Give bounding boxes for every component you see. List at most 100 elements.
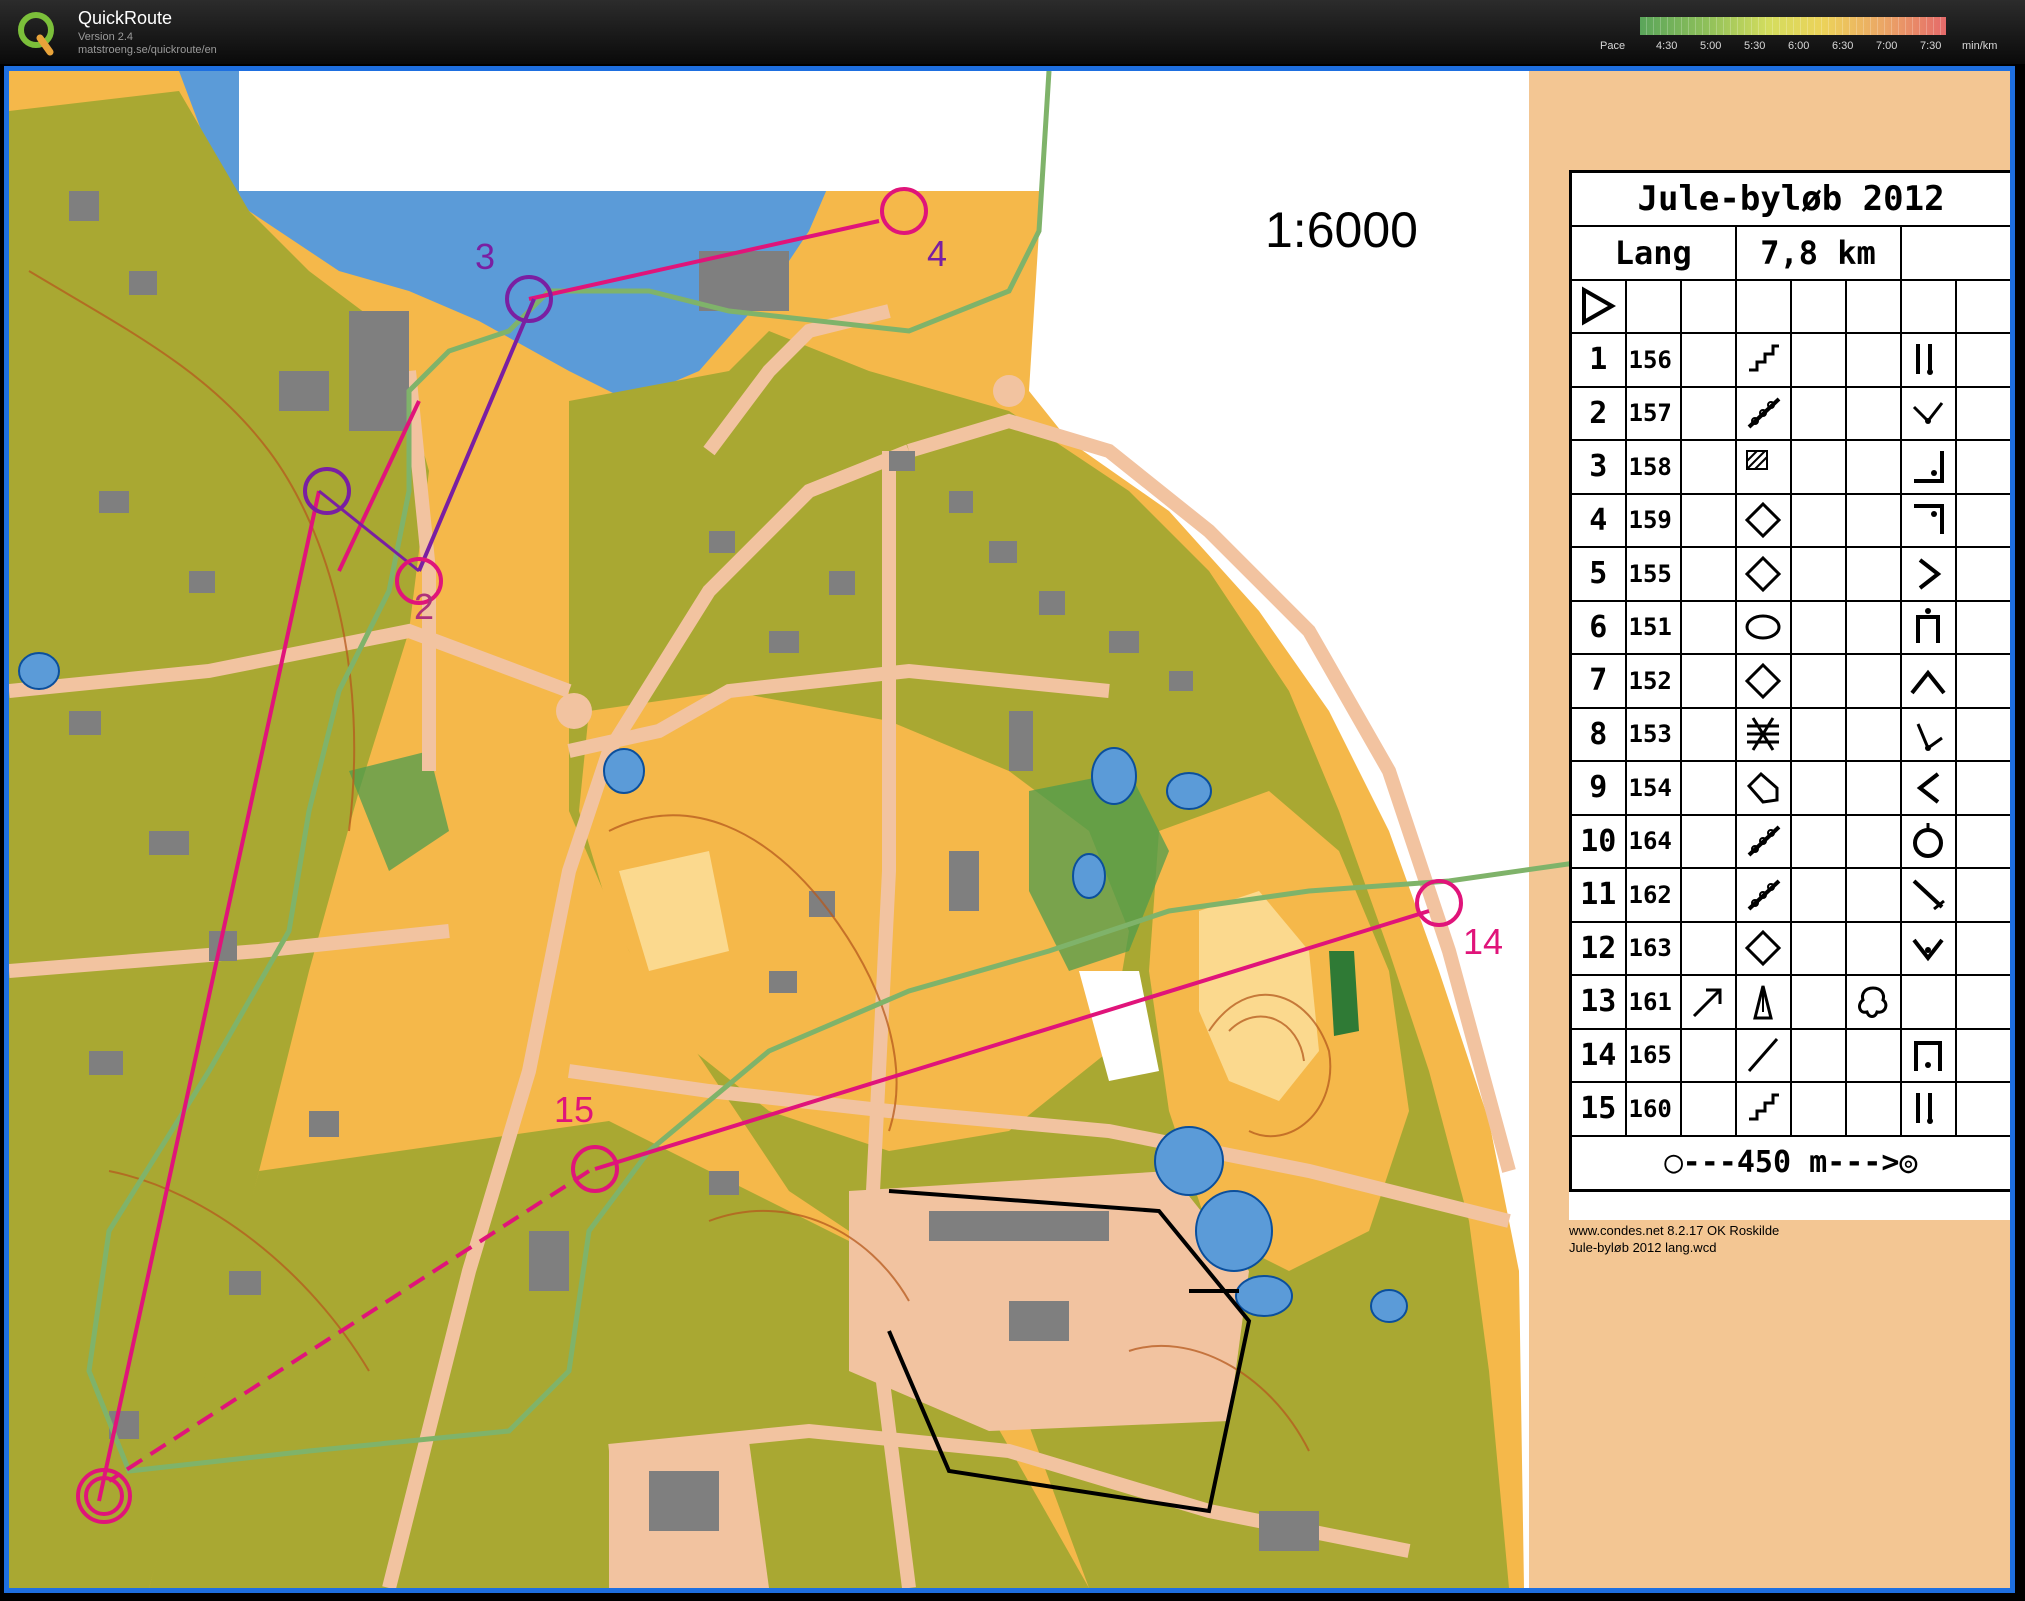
quickroute-q-logo [18,12,54,56]
detail-cell [1844,920,1902,976]
control-code: 153 [1624,706,1682,762]
detail-cell [1844,439,1902,495]
control-description-row: 1 156 [1569,332,2010,388]
pace-tick: 6:30 [1832,40,1854,52]
feature-cell [1734,1081,1792,1137]
south-east-corner-icon [1914,450,1944,483]
control-description-row: 15 160 [1569,1081,2010,1137]
position-cell [1899,546,1957,602]
position-cell [1899,492,1957,548]
control-code: 161 [1624,974,1682,1030]
earth-wall-icon [1747,879,1781,911]
position-cell [1899,332,1957,388]
pace-tick: 5:00 [1700,40,1722,52]
finish-row: ◯---450 m--->◎ [1569,1134,2010,1191]
which-feature-cell [1679,706,1737,762]
detail-cell [1844,653,1902,709]
control-code: 155 [1624,546,1682,602]
which-feature-cell [1679,813,1737,869]
foot-icon [1916,1092,1933,1124]
other-cell [1954,1027,2010,1083]
pace-tick: 6:00 [1788,40,1810,52]
control-number: 14 [1569,1027,1627,1083]
north-side-icon [1910,669,1946,694]
detail-cell [1844,706,1902,762]
earth-wall-icon [1747,397,1781,429]
feature-cell [1734,332,1792,388]
control-number: 13 [1569,974,1627,1030]
feature-cell [1734,1027,1792,1083]
north-east-arrow-icon [1692,988,1722,1017]
building-corner-icon [1746,771,1779,804]
which-feature-cell [1679,1081,1737,1137]
map-scale-label: 1:6000 [1265,202,1418,258]
diamond-icon [1744,502,1782,539]
monument-icon [1753,985,1773,1020]
control-description-row: 4 159 [1569,492,2010,548]
finish-circle-icon: ◎ [1899,1145,1918,1180]
control-code: 164 [1624,813,1682,869]
pace-tick: 7:00 [1876,40,1898,52]
other-cell [1954,1081,2010,1137]
feature-cell [1734,546,1792,602]
other-cell [1954,920,2010,976]
appearance-cell [1789,706,1847,762]
appearance-cell [1789,546,1847,602]
other-cell [1954,867,2010,923]
control-description-table: Jule-byløb 2012 Lang 7,8 km 1 156 2 157 3 158… [1569,170,2010,1192]
crossing-icon [1747,717,1779,752]
which-feature-cell [1679,385,1737,441]
appearance-cell [1789,653,1847,709]
feature-cell [1734,492,1792,548]
which-feature-cell [1679,546,1737,602]
control-description-row: 11 162 [1569,867,2010,923]
detail-cell [1844,599,1902,655]
west-tip-icon [1916,772,1940,804]
other-cell [1954,599,2010,655]
earth-bank-icon [1749,1093,1779,1121]
map-view[interactable]: 1:6000 2 3 4 14 15 Jule-byløb 2012 Lang … [4,66,2015,1593]
feature-cell [1734,974,1792,1030]
app-url[interactable]: matstroeng.se/quickroute/en [78,44,217,56]
finish-start-circle-icon: ◯ [1664,1145,1683,1180]
control-description-row: 12 163 [1569,920,2010,976]
position-cell [1899,1081,1957,1137]
east-tip-icon [1918,558,1942,590]
appearance-cell [1789,974,1847,1030]
control-number: 2 [1569,385,1627,441]
control-description-row: 5 155 [1569,546,2010,602]
control-number: 9 [1569,760,1627,816]
appearance-cell [1789,1081,1847,1137]
detail-cell [1844,332,1902,388]
position-cell [1899,1027,1957,1083]
west-end-icon [1912,402,1944,425]
control-number: 5 [1569,546,1627,602]
position-cell [1899,760,1957,816]
diamond-icon [1744,662,1782,699]
other-cell [1954,706,2010,762]
other-cell [1954,974,2010,1030]
appearance-cell [1789,332,1847,388]
foot-icon [1916,343,1933,375]
course-length: 7,8 km [1734,225,1902,281]
detail-cell [1844,546,1902,602]
control-description-row: 6 151 [1569,599,2010,655]
card-footer-file: Jule-byløb 2012 lang.wcd [1569,1240,1717,1255]
other-cell [1954,653,2010,709]
which-feature-cell [1679,974,1737,1030]
feature-cell [1734,706,1792,762]
control-description-row: 7 152 [1569,653,2010,709]
app-title: QuickRoute [78,8,173,28]
control-code: 165 [1624,1027,1682,1083]
position-cell [1899,867,1957,923]
control-code: 157 [1624,385,1682,441]
which-feature-cell [1679,920,1737,976]
appearance-cell [1789,813,1847,869]
position-cell [1899,920,1957,976]
earth-wall-icon [1747,825,1781,857]
feature-cell [1734,653,1792,709]
pace-color-scale [1640,17,1946,35]
which-feature-cell [1679,492,1737,548]
control-code: 154 [1624,760,1682,816]
finish-distance: 450 m [1736,1145,1828,1180]
